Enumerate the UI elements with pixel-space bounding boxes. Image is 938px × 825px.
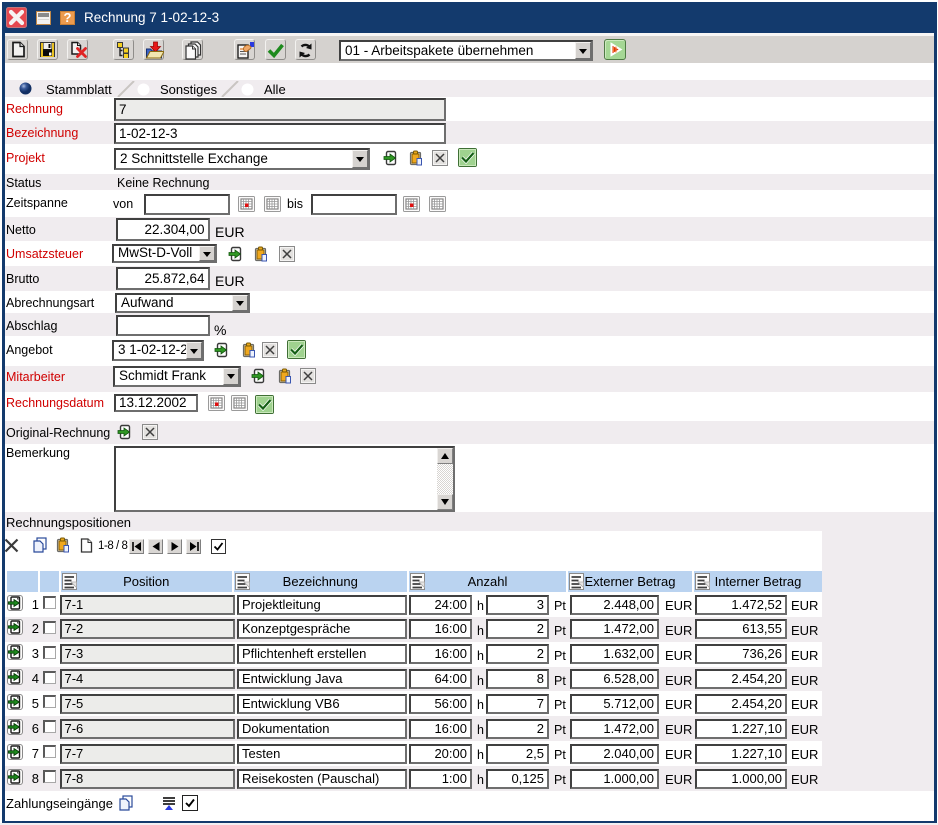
svg-text:?: ? [64, 11, 72, 25]
